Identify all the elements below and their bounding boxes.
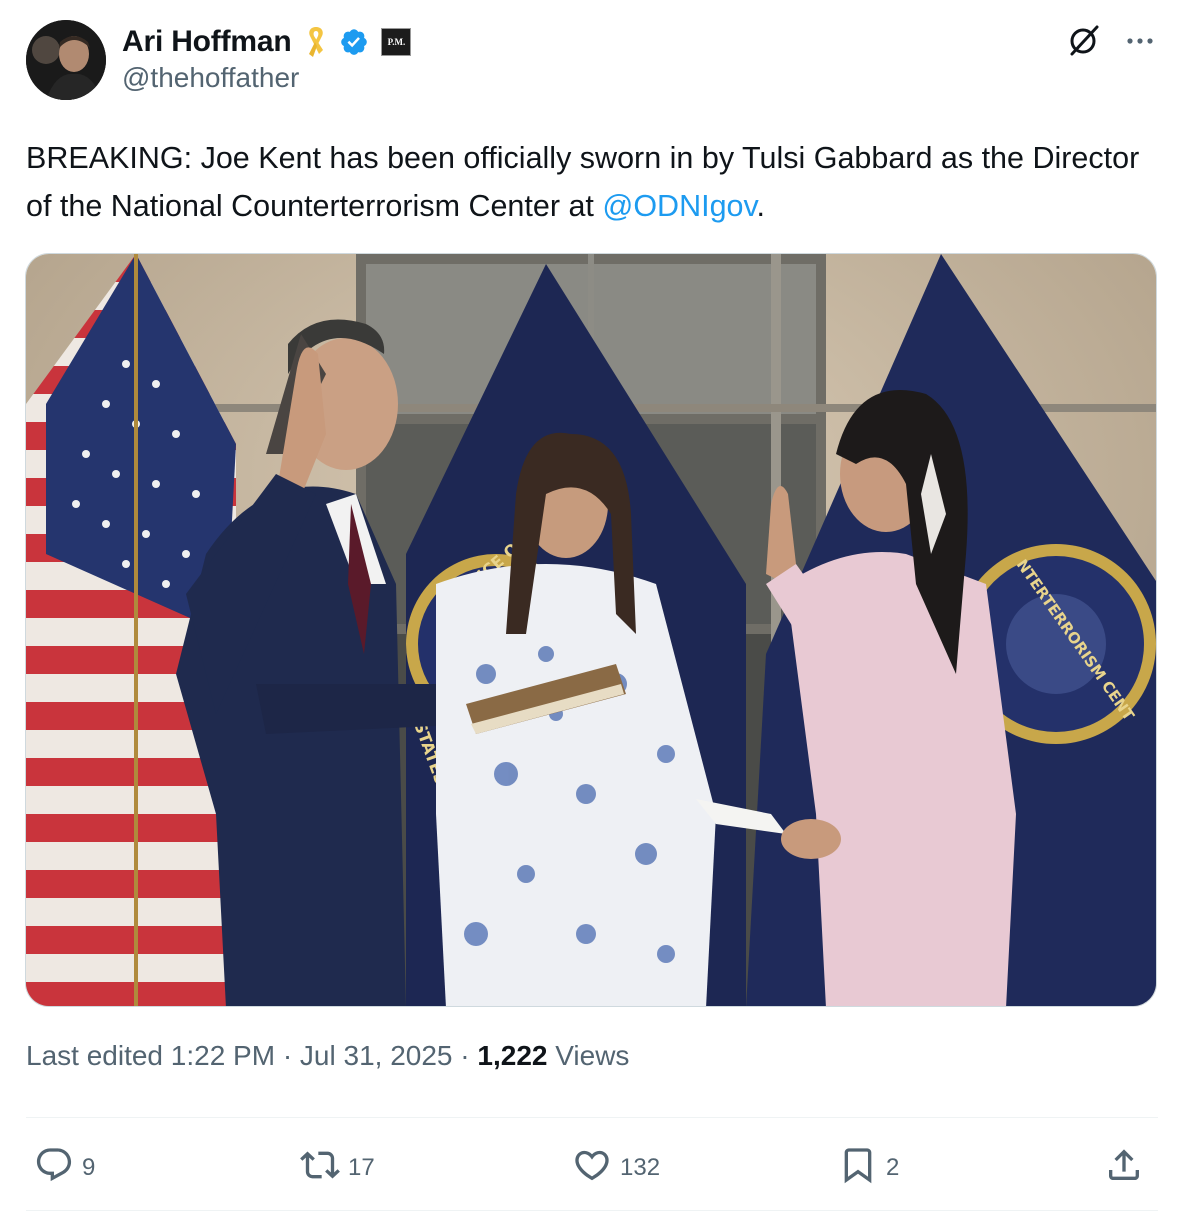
repost-count: 17 (348, 1154, 375, 1181)
author-name-row: Ari Hoffman P.M. (122, 22, 412, 62)
tweet-meta: Last edited 1:22 PM · Jul 31, 2025 · 1,2… (26, 1040, 629, 1072)
bookmark-icon (838, 1145, 878, 1192)
reply-button[interactable]: 9 (34, 1140, 95, 1196)
repost-icon (300, 1145, 340, 1192)
divider-top (26, 1117, 1158, 1118)
reply-icon (34, 1145, 74, 1192)
verified-badge-icon[interactable] (339, 27, 369, 57)
yellow-ribbon-icon (303, 24, 329, 60)
tweet-text-body: BREAKING: Joe Kent has been officially s… (26, 141, 1140, 223)
tweet-photo[interactable]: OFFICE OF THE STATES OF AM NTERTERRORISM… (25, 253, 1157, 1007)
share-button[interactable] (1104, 1140, 1144, 1196)
action-bar: 9 17 132 2 (0, 1140, 1188, 1196)
tweet-text: BREAKING: Joe Kent has been officially s… (26, 134, 1162, 230)
views-count: 1,222 (477, 1040, 548, 1071)
views-label: Views (547, 1040, 630, 1071)
bookmark-count: 2 (886, 1154, 900, 1181)
edited-timestamp[interactable]: Last edited 1:22 PM · Jul 31, 2025 · (26, 1040, 477, 1071)
share-icon (1104, 1145, 1144, 1192)
author-display-name[interactable]: Ari Hoffman (122, 25, 292, 59)
tweet-text-end: . (756, 189, 765, 223)
reply-count: 9 (82, 1154, 96, 1181)
repost-button[interactable]: 17 (300, 1140, 375, 1196)
avatar[interactable] (26, 20, 106, 100)
author-handle[interactable]: @thehoffather (122, 62, 299, 94)
more-options-icon[interactable] (1122, 24, 1158, 56)
tweet-card: Ari Hoffman P.M. @thehoffather BREAKING:… (0, 0, 1188, 1212)
affiliate-badge[interactable]: P.M. (381, 28, 412, 56)
divider-bottom (26, 1210, 1158, 1211)
bookmark-button[interactable]: 2 (838, 1140, 899, 1196)
grok-icon[interactable] (1066, 22, 1102, 58)
like-button[interactable]: 132 (572, 1140, 660, 1196)
like-count: 132 (620, 1154, 661, 1181)
heart-icon (572, 1145, 612, 1192)
mention-link[interactable]: @ODNIgov (602, 189, 756, 223)
